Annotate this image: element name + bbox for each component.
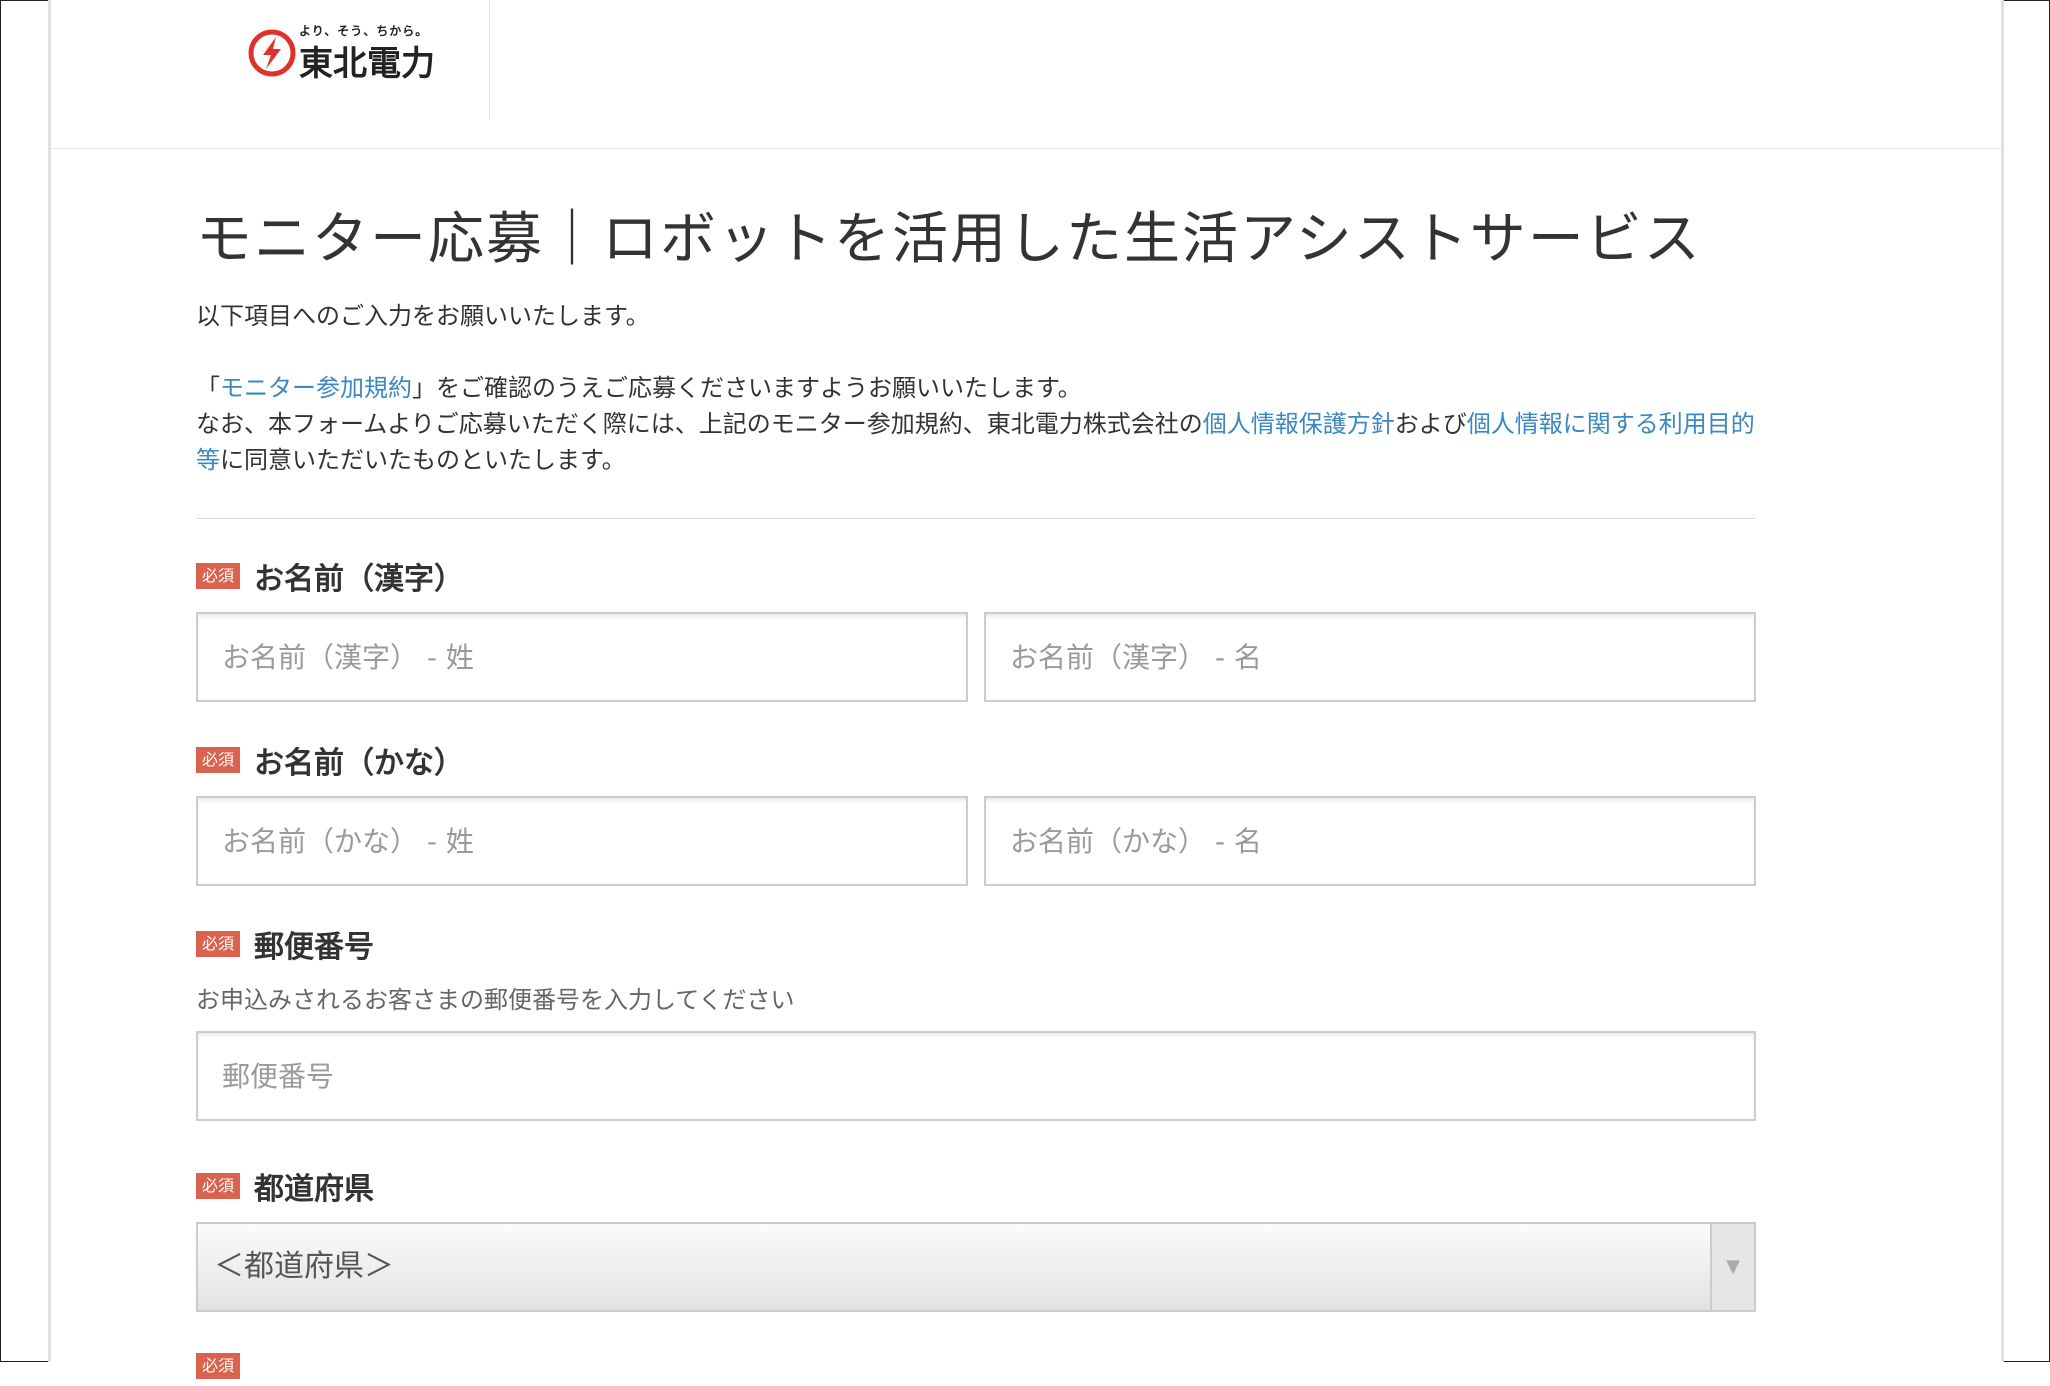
postal-code-help-text: お申込みされるお客さまの郵便番号を入力してください (196, 986, 795, 1014)
site-header: より、そう、ちから。 東北電力 (51, 0, 2001, 149)
header-divider (489, 0, 490, 120)
lightning-circle-icon (248, 29, 296, 77)
first-name-kana-input[interactable] (984, 796, 1756, 886)
intro-line-1: 以下項目へのご入力をお願いいたします。 (196, 302, 650, 330)
company-logo[interactable]: より、そう、ちから。 東北電力 (247, 22, 447, 88)
field-prefecture: 必須 都道府県 ＜都道府県＞ ▼ (196, 1166, 1756, 1312)
field-label-name-kanji: お名前（漢字） (254, 562, 465, 597)
privacy-policy-link[interactable]: 個人情報保護方針 (1203, 410, 1395, 438)
intro-line-2: 「モニター参加規約」をご確認のうえご応募くださいますようお願いいたします。 (196, 374, 1082, 402)
required-badge: 必須 (196, 931, 241, 957)
intro-text: 以下項目へのご入力をお願いいたします。 「モニター参加規約」をご確認のうえご応募… (196, 298, 1756, 478)
required-badge: 必須 (196, 1173, 241, 1199)
field-next-partial: 必須 (196, 1346, 1756, 1386)
field-label-prefecture: 都道府県 (254, 1172, 375, 1207)
required-badge: 必須 (196, 563, 241, 589)
required-badge: 必須 (196, 1353, 241, 1379)
field-name-kana: 必須 お名前（かな） (196, 740, 1756, 886)
postal-code-input[interactable] (196, 1031, 1756, 1121)
last-name-kana-input[interactable] (196, 796, 968, 886)
logo-name: 東北電力 (299, 44, 435, 84)
prefecture-selected-value: ＜都道府県＞ (214, 1249, 394, 1284)
monitor-terms-link[interactable]: モニター参加規約 (220, 374, 412, 402)
intro-line-3: なお、本フォームよりご応募いただく際には、上記のモニター参加規約、東北電力株式会… (196, 410, 1755, 474)
field-label-name-kana: お名前（かな） (254, 746, 465, 781)
last-name-kanji-input[interactable] (196, 612, 968, 702)
field-label-postal-code: 郵便番号 (254, 930, 375, 965)
first-name-kanji-input[interactable] (984, 612, 1756, 702)
section-divider (196, 518, 1756, 519)
chevron-down-icon[interactable]: ▼ (1710, 1224, 1754, 1310)
field-postal-code: 必須 郵便番号 お申込みされるお客さまの郵便番号を入力してください (196, 924, 1756, 1121)
required-badge: 必須 (196, 747, 241, 773)
prefecture-select[interactable]: ＜都道府県＞ ▼ (196, 1222, 1756, 1312)
field-name-kanji: 必須 お名前（漢字） (196, 556, 1756, 702)
main-content: モニター応募｜ロボットを活用した生活アシストサービス 以下項目へのご入力をお願い… (196, 200, 1756, 519)
page-title: モニター応募｜ロボットを活用した生活アシストサービス (196, 207, 1702, 272)
